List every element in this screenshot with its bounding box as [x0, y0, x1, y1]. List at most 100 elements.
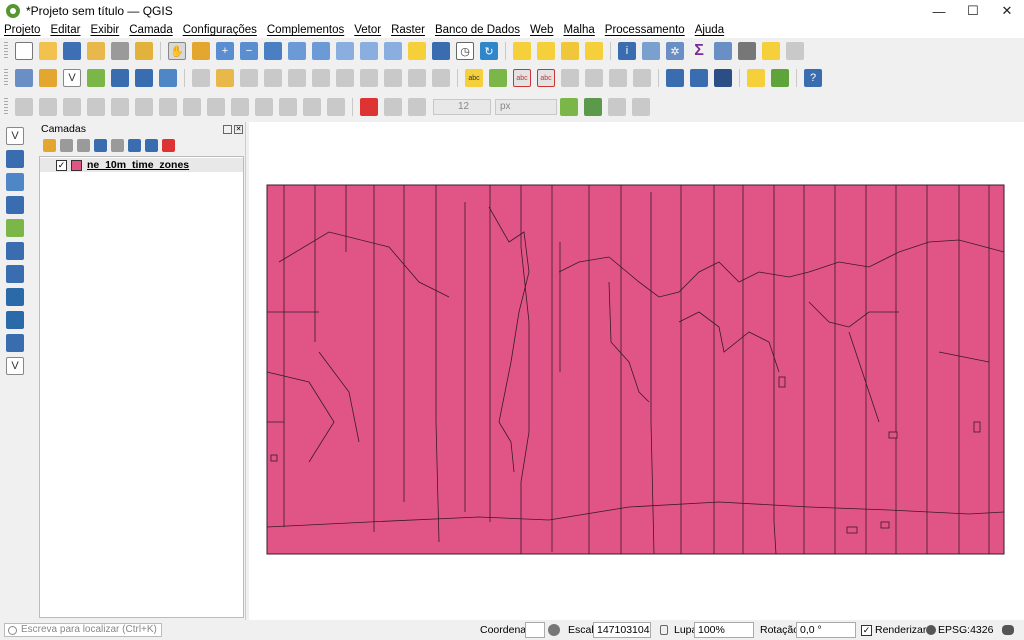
zoom-to-selection-icon[interactable] — [288, 42, 306, 60]
save-project-icon[interactable] — [63, 42, 81, 60]
maximize-button[interactable]: ☐ — [956, 0, 990, 22]
advanced-digitizing-icon[interactable] — [15, 98, 33, 116]
delete-selected-icon[interactable] — [312, 69, 330, 87]
expand-all-icon[interactable] — [128, 138, 141, 152]
zoom-last-icon[interactable] — [360, 42, 378, 60]
zoom-out-icon[interactable]: − — [240, 42, 258, 60]
menu-configuracoes[interactable]: Configurações — [183, 24, 257, 36]
rotate-point-symbols-icon[interactable] — [303, 98, 321, 116]
filter-icon[interactable] — [94, 138, 107, 152]
toolbar-grip[interactable] — [4, 69, 8, 87]
pan-icon[interactable]: ✋ — [168, 42, 186, 60]
new-virtual-layer-icon[interactable] — [135, 69, 153, 87]
digitize-icon[interactable] — [264, 69, 282, 87]
menu-ajuda[interactable]: Ajuda — [695, 24, 724, 36]
snapping-tolerance-field[interactable]: 12 — [433, 99, 491, 115]
menu-processamento[interactable]: Processamento — [605, 24, 685, 36]
add-raster-icon[interactable] — [159, 69, 177, 87]
diagram-icon[interactable] — [489, 69, 507, 87]
select-feature-icon[interactable] — [513, 42, 531, 60]
add-virtual-layer-icon[interactable] — [6, 334, 24, 352]
save-edits-icon[interactable] — [240, 69, 258, 87]
offset-point-symbols-icon[interactable] — [327, 98, 345, 116]
open-project-icon[interactable] — [39, 42, 57, 60]
tolerance-icon[interactable] — [408, 98, 426, 116]
close-panel-button[interactable]: ✕ — [234, 124, 243, 134]
temporal-icon[interactable]: ◷ — [456, 42, 474, 60]
zoom-full-icon[interactable] — [264, 42, 282, 60]
data-source-manager-icon[interactable] — [15, 69, 33, 87]
redo-icon[interactable] — [432, 69, 450, 87]
fill-ring-icon[interactable] — [87, 98, 105, 116]
messages-icon[interactable] — [1002, 625, 1014, 635]
menu-banco-de-dados[interactable]: Banco de Dados — [435, 24, 520, 36]
current-edits-icon[interactable] — [192, 69, 210, 87]
print-layout-icon[interactable] — [111, 42, 129, 60]
crs-globe-icon[interactable] — [926, 625, 936, 635]
filter-expression-icon[interactable] — [111, 138, 124, 152]
add-part-icon[interactable] — [63, 98, 81, 116]
add-group-icon[interactable] — [60, 138, 73, 152]
pan-to-selection-icon[interactable] — [192, 42, 210, 60]
layer-name[interactable]: ne_10m_time_zones — [87, 159, 189, 171]
show-bookmarks-icon[interactable] — [432, 42, 450, 60]
menu-vetor[interactable]: Vetor — [354, 24, 381, 36]
topology-icon[interactable] — [608, 98, 626, 116]
float-panel-button[interactable] — [223, 124, 232, 134]
topology-icon[interactable] — [632, 98, 650, 116]
new-shapefile-icon[interactable]: V — [63, 69, 81, 87]
annotation-icon[interactable] — [786, 42, 804, 60]
field-calculator-icon[interactable]: ✲ — [666, 42, 684, 60]
identify-icon[interactable]: i — [618, 42, 636, 60]
add-wms-icon[interactable] — [6, 265, 24, 283]
magnifier-field[interactable]: 100% — [694, 622, 754, 638]
label-highlight-icon[interactable]: abc — [537, 69, 555, 87]
zoom-to-layer-icon[interactable] — [312, 42, 330, 60]
tracing-icon[interactable] — [560, 98, 578, 116]
add-spatialite-icon[interactable] — [6, 219, 24, 237]
map-canvas[interactable] — [249, 122, 1024, 620]
remove-layer-icon[interactable] — [162, 138, 175, 152]
minimize-button[interactable]: — — [922, 0, 956, 22]
style-panel-icon[interactable] — [43, 138, 56, 152]
label-show-icon[interactable] — [561, 69, 579, 87]
measure-icon[interactable] — [738, 42, 756, 60]
manage-themes-icon[interactable] — [77, 138, 90, 152]
offset-curve-icon[interactable] — [183, 98, 201, 116]
toolbar-grip[interactable] — [4, 42, 8, 60]
layout-manager-icon[interactable] — [135, 42, 153, 60]
metasearch-icon[interactable] — [690, 69, 708, 87]
merge-attributes-icon[interactable] — [279, 98, 297, 116]
save-as-icon[interactable] — [87, 42, 105, 60]
help-icon[interactable]: ? — [804, 69, 822, 87]
select-by-expression-icon[interactable] — [561, 42, 579, 60]
processing-icon[interactable] — [771, 69, 789, 87]
add-wfs-icon[interactable] — [6, 288, 24, 306]
add-ring-icon[interactable] — [39, 98, 57, 116]
delete-part-icon[interactable] — [135, 98, 153, 116]
map-tips-icon[interactable] — [762, 42, 780, 60]
add-postgis-icon[interactable] — [6, 242, 24, 260]
menu-editar[interactable]: Editar — [50, 24, 80, 36]
statistics-icon[interactable]: Σ — [690, 42, 708, 60]
label-pin-icon[interactable]: abc — [513, 69, 531, 87]
menu-exibir[interactable]: Exibir — [90, 24, 119, 36]
collapse-all-icon[interactable] — [145, 138, 158, 152]
topology-icon[interactable] — [584, 98, 602, 116]
attribute-table-icon[interactable] — [642, 42, 660, 60]
menu-camada[interactable]: Camada — [129, 24, 172, 36]
snapping-unit-select[interactable]: px — [495, 99, 557, 115]
layer-symbol-swatch[interactable] — [71, 159, 82, 171]
label-toolbar-icon[interactable]: abc — [465, 69, 483, 87]
cut-icon[interactable] — [336, 69, 354, 87]
new-project-icon[interactable] — [15, 42, 33, 60]
add-delimited-text-icon[interactable] — [6, 196, 24, 214]
zoom-native-icon[interactable] — [336, 42, 354, 60]
toggle-editing-icon[interactable] — [216, 69, 234, 87]
render-checkbox[interactable]: ✓ — [861, 625, 872, 636]
layer-visibility-checkbox[interactable]: ✓ — [56, 159, 67, 171]
deselect-all-icon[interactable] — [585, 42, 603, 60]
delete-ring-icon[interactable] — [111, 98, 129, 116]
reshape-icon[interactable] — [159, 98, 177, 116]
deselect-icon[interactable] — [537, 42, 555, 60]
